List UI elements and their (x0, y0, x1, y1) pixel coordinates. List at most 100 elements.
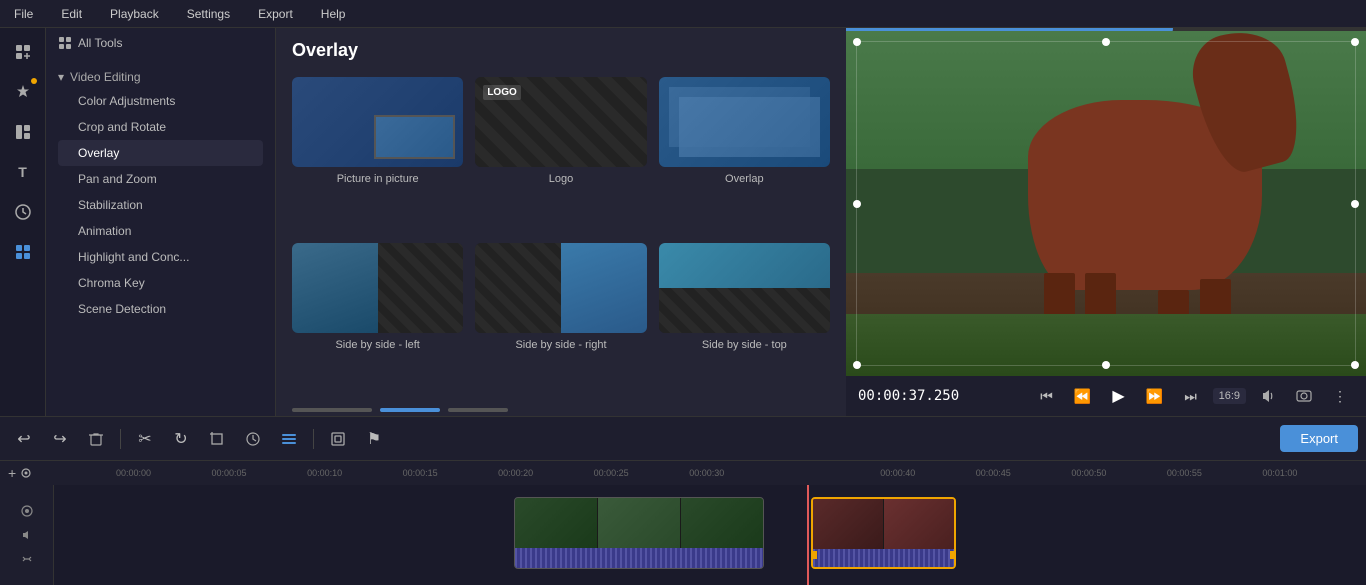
track-lane[interactable] (54, 485, 1366, 585)
video-editing-section: ▾ Video Editing Color Adjustments Crop a… (46, 58, 275, 326)
clip-end-handle[interactable] (950, 551, 956, 559)
timeline-left-controls: + (8, 465, 62, 481)
track-eye-icon[interactable] (20, 467, 32, 479)
sidebar-item-scene-detection[interactable]: Scene Detection (58, 296, 263, 322)
track-speaker-button[interactable] (17, 525, 37, 545)
logo-label: Logo (549, 173, 573, 185)
sidebar: All Tools ▾ Video Editing Color Adjustme… (46, 28, 276, 416)
sbs-top-label: Side by side - top (702, 339, 787, 351)
skip-fwd-button[interactable]: ⏭ (1177, 382, 1205, 410)
sbs-left-label: Side by side - left (335, 339, 419, 351)
sidebar-item-color-adjustments[interactable]: Color Adjustments (58, 88, 263, 114)
volume-button[interactable] (1254, 382, 1282, 410)
menu-bar: File Edit Playback Settings Export Help (0, 0, 1366, 28)
clip-start-handle[interactable] (811, 551, 817, 559)
chevron-icon: ▾ (58, 70, 64, 84)
more-options-button[interactable]: ⋮ (1326, 382, 1354, 410)
flag-button[interactable]: ⚑ (358, 423, 390, 455)
ruler-mark-25: 00:00:25 (594, 468, 690, 478)
cut-button[interactable]: ✂ (129, 423, 161, 455)
menu-playback[interactable]: Playback (104, 5, 165, 23)
play-button[interactable]: ▶ (1105, 382, 1133, 410)
toolbar-separator-1 (120, 429, 121, 449)
menu-settings[interactable]: Settings (181, 5, 236, 23)
layout-button[interactable] (5, 114, 41, 150)
all-tools-item[interactable]: All Tools (46, 28, 275, 58)
export-button[interactable]: Export (1280, 425, 1358, 452)
overlay-grid: Picture in picture Logo Overlap (276, 69, 846, 404)
pip-thumbnail (292, 77, 463, 167)
sbs-right-label: Side by side - right (515, 339, 606, 351)
ruler-mark-0: 00:00:00 (116, 468, 212, 478)
track-eye-button[interactable] (17, 501, 37, 521)
timecode-display: 00:00:37.250 (858, 388, 1025, 404)
ruler-mark-45: 00:00:45 (976, 468, 1072, 478)
screenshot-button[interactable] (1290, 382, 1318, 410)
overlay-item-overlap[interactable]: Overlap (659, 77, 830, 231)
ruler-mark-35 (785, 468, 881, 478)
handle-left-mid[interactable] (853, 200, 861, 208)
video-clip-1[interactable] (514, 497, 764, 569)
aspect-ratio-badge[interactable]: 16:9 (1213, 388, 1246, 404)
timeline-track-area (0, 485, 1366, 585)
text-button[interactable]: T (5, 154, 41, 190)
overlay-item-logo[interactable]: Logo (475, 77, 646, 231)
undo-button[interactable]: ↩ (8, 423, 40, 455)
align-button[interactable] (273, 423, 305, 455)
ruler-marks: 00:00:00 00:00:05 00:00:10 00:00:15 00:0… (62, 468, 1358, 478)
crop-tool-button[interactable] (201, 423, 233, 455)
pin-button[interactable] (5, 74, 41, 110)
add-media-button[interactable] (5, 34, 41, 70)
sidebar-item-overlay[interactable]: Overlay (58, 140, 263, 166)
menu-edit[interactable]: Edit (55, 5, 88, 23)
delete-button[interactable] (80, 423, 112, 455)
bottom-toolbar: ↩ ↪ ✂ ↻ ⚑ Exp (0, 416, 1366, 460)
scroll-indicator-3 (448, 408, 508, 412)
menu-file[interactable]: File (8, 5, 39, 23)
redo-button[interactable]: ↪ (44, 423, 76, 455)
overlay-item-sbs-right[interactable]: Side by side - right (475, 243, 646, 397)
overlay-title: Overlay (276, 28, 846, 69)
sidebar-item-pan-and-zoom[interactable]: Pan and Zoom (58, 166, 263, 192)
overlay-item-sbs-top[interactable]: Side by side - top (659, 243, 830, 397)
playhead-line (807, 485, 809, 585)
sidebar-item-highlight[interactable]: Highlight and Conc... (58, 244, 263, 270)
next-frame-button[interactable]: ⏩ (1141, 382, 1169, 410)
main-layout: T All Tools (0, 28, 1366, 416)
add-track-icon[interactable]: + (8, 465, 16, 481)
sidebar-item-chroma-key[interactable]: Chroma Key (58, 270, 263, 296)
overlay-item-sbs-left[interactable]: Side by side - left (292, 243, 463, 397)
video-clip-2[interactable] (811, 497, 956, 569)
all-tools-label: All Tools (78, 36, 122, 50)
prev-frame-button[interactable]: ⏪ (1069, 382, 1097, 410)
track-controls (0, 485, 54, 585)
sidebar-item-crop-and-rotate[interactable]: Crop and Rotate (58, 114, 263, 140)
layout2-button[interactable] (322, 423, 354, 455)
speed-button[interactable] (237, 423, 269, 455)
menu-help[interactable]: Help (315, 5, 352, 23)
overlap-thumbnail (659, 77, 830, 167)
sbs-right-thumbnail (475, 243, 646, 333)
pip-label: Picture in picture (337, 173, 419, 185)
audio-wave-1 (515, 548, 763, 569)
overlay-item-pip[interactable]: Picture in picture (292, 77, 463, 231)
ruler-mark-5: 00:00:05 (212, 468, 308, 478)
track-link-button[interactable] (17, 549, 37, 569)
ruler-mark-60: 00:01:00 (1262, 468, 1358, 478)
icon-bar: T (0, 28, 46, 416)
menu-export[interactable]: Export (252, 5, 299, 23)
sidebar-item-animation[interactable]: Animation (58, 218, 263, 244)
skip-back-button[interactable]: ⏮ (1033, 382, 1061, 410)
handle-right-mid[interactable] (1351, 200, 1359, 208)
content-panel: Overlay Picture in picture Logo (276, 28, 846, 416)
overlap-label: Overlap (725, 173, 764, 185)
sbs-top-thumbnail (659, 243, 830, 333)
history-button[interactable] (5, 194, 41, 230)
ruler-mark-30: 00:00:30 (689, 468, 785, 478)
timeline-section: + 00:00:00 00:00:05 00:00:10 00:00:15 00… (0, 460, 1366, 585)
ruler-mark-20: 00:00:20 (498, 468, 594, 478)
ruler-mark-55: 00:00:55 (1167, 468, 1263, 478)
apps-button[interactable] (5, 234, 41, 270)
restore-button[interactable]: ↻ (165, 423, 197, 455)
sidebar-item-stabilization[interactable]: Stabilization (58, 192, 263, 218)
